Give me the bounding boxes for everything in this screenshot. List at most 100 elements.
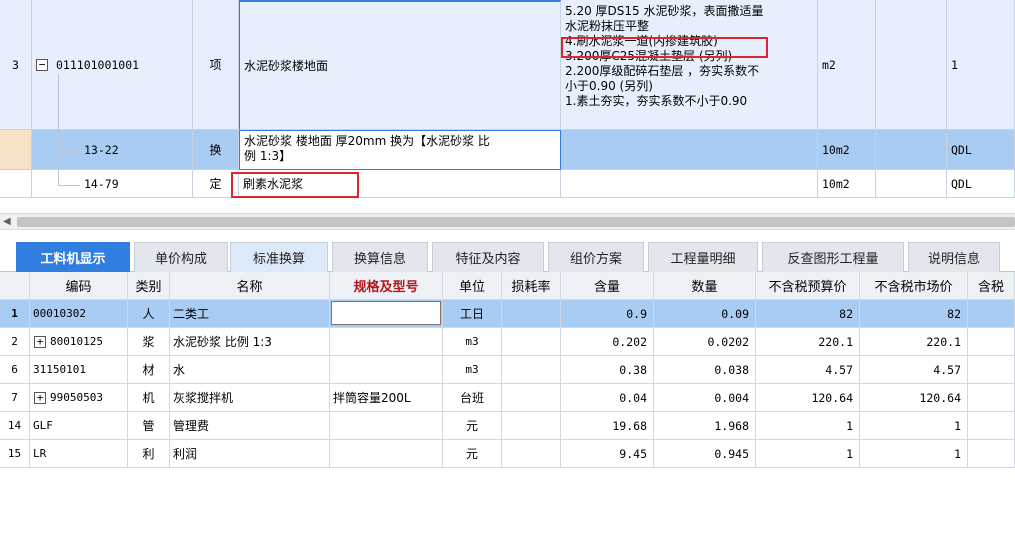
cell-tax[interactable]	[968, 384, 1015, 412]
header-name[interactable]: 名称	[170, 272, 330, 300]
quota-blank[interactable]	[876, 130, 947, 170]
cell-loss[interactable]	[502, 300, 561, 328]
cell-name[interactable]: 二类工	[170, 300, 330, 328]
cell-unit[interactable]: m3	[443, 328, 502, 356]
cell-budget-price[interactable]: 1	[756, 412, 860, 440]
cell-budget-price[interactable]: 1	[756, 440, 860, 468]
item-name[interactable]: 水泥砂浆楼地面	[239, 0, 561, 130]
cell-spec[interactable]: 拌筒容量200L	[330, 384, 443, 412]
quota-unit[interactable]: 10m2	[818, 170, 876, 198]
collapse-icon[interactable]: −	[36, 58, 48, 71]
cell-content[interactable]: 9.45	[561, 440, 654, 468]
cell-budget-price[interactable]: 120.64	[756, 384, 860, 412]
table-row[interactable]: 14 GLF 管 管理费 元 19.68 1.968 1 1	[0, 412, 1015, 440]
expand-icon[interactable]: +	[34, 335, 46, 348]
cell-spec[interactable]	[330, 440, 443, 468]
quota-description[interactable]	[561, 130, 818, 170]
cell-loss[interactable]	[502, 356, 561, 384]
quota-type[interactable]: 定	[193, 170, 239, 198]
cell-loss[interactable]	[502, 412, 561, 440]
cell-unit[interactable]: m3	[443, 356, 502, 384]
cell-tax[interactable]	[968, 328, 1015, 356]
cell-loss[interactable]	[502, 328, 561, 356]
cell-code[interactable]: GLF	[30, 412, 128, 440]
quota-type[interactable]: 换	[193, 130, 239, 170]
quota-name-editor[interactable]: 水泥砂浆 楼地面 厚20mm 换为【水泥砂浆 比 例 1:3】	[239, 130, 561, 170]
table-row[interactable]: 7 +99050503 机 灰浆搅拌机 拌筒容量200L 台班 0.04 0.0…	[0, 384, 1015, 412]
cell-tax[interactable]	[968, 356, 1015, 384]
quota-row-active[interactable]: 13-22 换 水泥砂浆 楼地面 厚20mm 换为【水泥砂浆 比 例 1:3】 …	[0, 130, 1015, 170]
cell-market-price[interactable]: 4.57	[860, 356, 968, 384]
tab-pricing-scheme[interactable]: 组价方案	[548, 242, 644, 272]
cell-unit[interactable]: 工日	[443, 300, 502, 328]
cell-quantity[interactable]: 0.038	[654, 356, 756, 384]
header-market-price[interactable]: 不含税市场价	[860, 272, 968, 300]
item-description[interactable]: 5.20 厚DS15 水泥砂浆，表面撒适量 水泥粉抹压平整 4.刷水泥浆一道(内…	[561, 0, 818, 130]
table-row[interactable]: 1 00010302 人 二类工 工日 0.9 0.09 82 82	[0, 300, 1015, 328]
header-category[interactable]: 类别	[128, 272, 170, 300]
cell-market-price[interactable]: 220.1	[860, 328, 968, 356]
header-unit[interactable]: 单位	[443, 272, 502, 300]
item-code-cell[interactable]: − 011101001001	[32, 0, 193, 130]
cell-category[interactable]: 人	[128, 300, 170, 328]
tab-quantity-detail[interactable]: 工程量明细	[648, 242, 758, 272]
horizontal-scrollbar[interactable]: ◀	[0, 213, 1015, 230]
cell-category[interactable]: 利	[128, 440, 170, 468]
cell-unit[interactable]: 元	[443, 412, 502, 440]
cell-content[interactable]: 0.04	[561, 384, 654, 412]
cell-budget-price[interactable]: 4.57	[756, 356, 860, 384]
cell-quantity[interactable]: 0.945	[654, 440, 756, 468]
cell-code[interactable]: +99050503	[30, 384, 128, 412]
quota-name[interactable]: 刷素水泥浆	[239, 170, 561, 198]
table-row[interactable]: 2 +80010125 浆 水泥砂浆 比例 1:3 m3 0.202 0.020…	[0, 328, 1015, 356]
item-row-parent[interactable]: 3 − 011101001001 项 水泥砂浆楼地面 5.20 厚DS15 水泥…	[0, 0, 1015, 130]
tab-conversion-info[interactable]: 换算信息	[332, 242, 428, 272]
spec-input[interactable]	[331, 301, 441, 325]
item-qty[interactable]: 1	[947, 0, 1015, 130]
table-row[interactable]: 6 31150101 材 水 m3 0.38 0.038 4.57 4.57	[0, 356, 1015, 384]
cell-spec[interactable]	[330, 328, 443, 356]
cell-content[interactable]: 0.9	[561, 300, 654, 328]
tab-notes[interactable]: 说明信息	[908, 242, 1000, 272]
cell-unit[interactable]: 元	[443, 440, 502, 468]
cell-name[interactable]: 灰浆搅拌机	[170, 384, 330, 412]
cell-loss[interactable]	[502, 440, 561, 468]
cell-code[interactable]: LR	[30, 440, 128, 468]
cell-market-price[interactable]: 82	[860, 300, 968, 328]
cell-market-price[interactable]: 1	[860, 412, 968, 440]
cell-tax[interactable]	[968, 412, 1015, 440]
expand-icon[interactable]: +	[34, 391, 46, 404]
cell-quantity[interactable]: 0.09	[654, 300, 756, 328]
cell-loss[interactable]	[502, 384, 561, 412]
cell-market-price[interactable]: 120.64	[860, 384, 968, 412]
scrollbar-thumb[interactable]	[17, 217, 1015, 227]
tab-standard-conversion[interactable]: 标准换算	[230, 242, 328, 272]
cell-code[interactable]: +80010125	[30, 328, 128, 356]
header-content[interactable]: 含量	[561, 272, 654, 300]
cell-category[interactable]: 管	[128, 412, 170, 440]
quota-code[interactable]: 14-79	[32, 170, 193, 198]
cell-category[interactable]: 材	[128, 356, 170, 384]
cell-name[interactable]: 水泥砂浆 比例 1:3	[170, 328, 330, 356]
header-budget-price[interactable]: 不含税预算价	[756, 272, 860, 300]
tab-features[interactable]: 特征及内容	[432, 242, 544, 272]
table-row[interactable]: 15 LR 利 利润 元 9.45 0.945 1 1	[0, 440, 1015, 468]
quota-qty[interactable]: QDL	[947, 170, 1015, 198]
quota-description[interactable]	[561, 170, 818, 198]
item-unit[interactable]: m2	[818, 0, 876, 130]
cell-name[interactable]: 利润	[170, 440, 330, 468]
header-loss-rate[interactable]: 损耗率	[502, 272, 561, 300]
header-tax-inclusive[interactable]: 含税	[968, 272, 1015, 300]
quota-qty[interactable]: QDL	[947, 130, 1015, 170]
quota-blank[interactable]	[876, 170, 947, 198]
cell-content[interactable]: 0.38	[561, 356, 654, 384]
cell-code[interactable]: 31150101	[30, 356, 128, 384]
scroll-left-icon[interactable]: ◀	[3, 216, 11, 227]
header-quantity[interactable]: 数量	[654, 272, 756, 300]
cell-quantity[interactable]: 1.968	[654, 412, 756, 440]
header-spec[interactable]: 规格及型号	[330, 272, 443, 300]
cell-quantity[interactable]: 0.0202	[654, 328, 756, 356]
cell-category[interactable]: 浆	[128, 328, 170, 356]
cell-quantity[interactable]: 0.004	[654, 384, 756, 412]
cell-name[interactable]: 管理费	[170, 412, 330, 440]
